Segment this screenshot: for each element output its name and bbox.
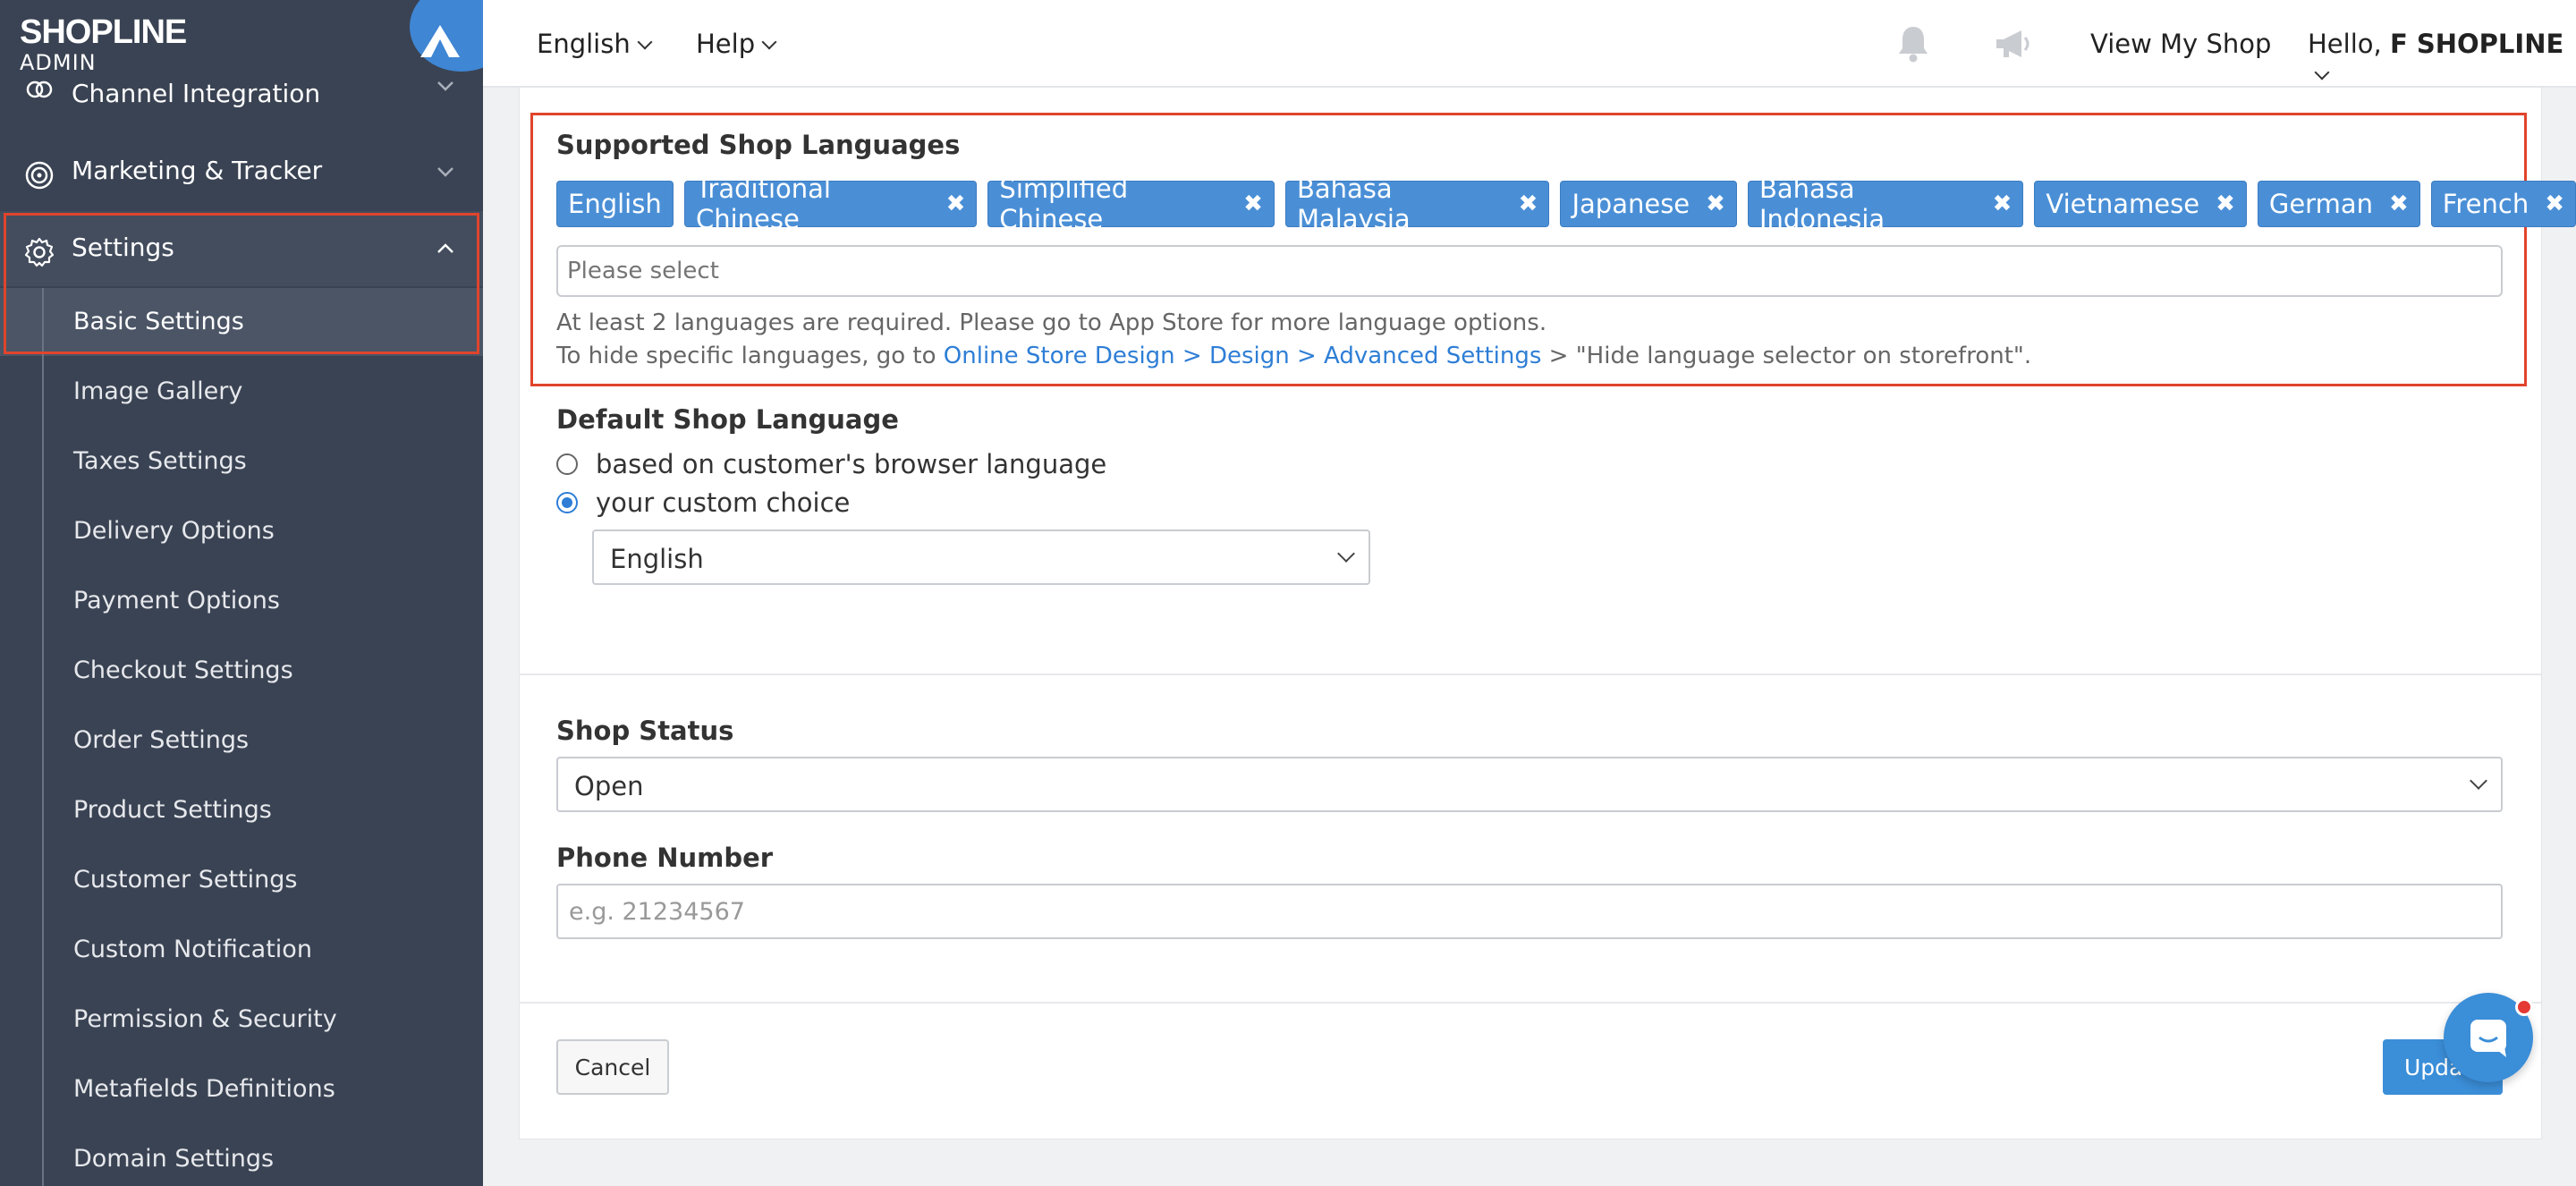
user-menu[interactable]: Hello, F SHOPLINE xyxy=(2308,29,2576,89)
remove-tag-icon[interactable]: ✖ xyxy=(2545,191,2564,217)
help-text-pre: To hide specific languages, go to xyxy=(556,343,944,369)
languages-help-line-1: At least 2 languages are required. Pleas… xyxy=(556,309,1547,336)
phone-number-title: Phone Number xyxy=(556,843,774,873)
topbar: English Help View My Shop Hello, F SHOPL… xyxy=(483,0,2576,88)
notification-dot xyxy=(2515,998,2533,1016)
brand-name: SHOPLINE xyxy=(20,13,187,51)
language-menu-label: English xyxy=(537,29,631,59)
sidebar-item-marketing-tracker[interactable]: Marketing & Tracker xyxy=(0,134,483,209)
remove-tag-icon[interactable]: ✖ xyxy=(1706,191,1725,217)
sidebar-sub-order-settings[interactable]: Order Settings xyxy=(73,726,249,754)
language-tag-japanese: Japanese ✖ xyxy=(1560,181,1737,227)
remove-tag-icon[interactable]: ✖ xyxy=(2389,191,2409,217)
user-name: F SHOPLINE xyxy=(2389,29,2564,59)
sidebar-sub-delivery-options[interactable]: Delivery Options xyxy=(73,517,275,545)
sidebar-sub-metafields-definitions[interactable]: Metafields Definitions xyxy=(73,1075,335,1103)
sidebar-item-channel-integration[interactable]: Channel Integration xyxy=(0,57,483,132)
default-language-select[interactable]: English xyxy=(592,529,1370,585)
section-divider xyxy=(520,1002,2541,1004)
help-text-post: > "Hide language selector on storefront"… xyxy=(1541,343,2032,369)
remove-tag-icon[interactable]: ✖ xyxy=(1519,191,1538,217)
chat-icon xyxy=(2470,1020,2506,1057)
remove-tag-icon[interactable]: ✖ xyxy=(1993,191,2012,217)
radio-button[interactable] xyxy=(556,453,578,475)
sidebar-sub-product-settings[interactable]: Product Settings xyxy=(73,796,272,824)
greeting-text: Hello, xyxy=(2308,29,2382,59)
chevron-down-icon xyxy=(437,167,453,177)
remove-tag-icon[interactable]: ✖ xyxy=(1243,191,1263,217)
sidebar-sub-taxes-settings[interactable]: Taxes Settings xyxy=(73,447,247,475)
language-menu[interactable]: English xyxy=(537,29,653,59)
radio-browser-language[interactable]: based on customer's browser language xyxy=(556,449,1106,479)
shop-status-select[interactable]: Open xyxy=(556,757,2503,812)
chevron-down-icon xyxy=(2470,772,2487,790)
chevron-down-icon xyxy=(637,34,653,50)
settings-highlight-box xyxy=(4,213,479,354)
language-tag-vietnamese: Vietnamese ✖ xyxy=(2034,181,2247,227)
sidebar-sub-domain-settings[interactable]: Domain Settings xyxy=(73,1145,274,1173)
language-select-input[interactable] xyxy=(556,245,2503,297)
language-tag-french: French ✖ xyxy=(2430,181,2576,227)
languages-help-line-2: To hide specific languages, go to Online… xyxy=(556,343,2031,369)
tag-label: Japanese xyxy=(1572,189,1690,219)
chevron-down-icon xyxy=(437,81,453,91)
radio-label: based on customer's browser language xyxy=(596,449,1107,479)
tag-label: Bahasa Indonesia xyxy=(1758,174,1885,234)
cancel-button[interactable]: Cancel xyxy=(556,1039,669,1095)
shop-status-title: Shop Status xyxy=(556,716,734,746)
sidebar-sub-custom-notification[interactable]: Custom Notification xyxy=(73,936,312,963)
sidebar: SHOPLINE ADMIN Channel Integration Marke… xyxy=(0,0,483,1186)
radio-label: your custom choice xyxy=(596,487,851,518)
section-divider xyxy=(520,673,2541,675)
sidebar-item-label: Marketing & Tracker xyxy=(72,156,323,185)
megaphone-icon[interactable] xyxy=(1991,21,2036,66)
phone-number-input[interactable]: e.g. 21234567 xyxy=(556,884,2503,939)
channel-icon xyxy=(26,80,53,98)
target-icon xyxy=(25,161,54,190)
select-value: Open xyxy=(574,771,644,801)
view-my-shop-link[interactable]: View My Shop xyxy=(2090,29,2271,59)
chevron-down-icon xyxy=(2314,64,2330,80)
language-tag-bahasa-indonesia: Bahasa Indonesia ✖ xyxy=(1747,174,2024,234)
language-tag-simplified-chinese: Simplified Chinese ✖ xyxy=(987,174,1275,234)
sub-nav-line xyxy=(42,288,44,1186)
select-value: English xyxy=(610,544,704,574)
remove-tag-icon[interactable]: ✖ xyxy=(2216,191,2235,217)
language-tag-traditional-chinese: Traditional Chinese ✖ xyxy=(683,174,978,234)
tag-label: German xyxy=(2268,189,2373,219)
tag-label: Simplified Chinese xyxy=(999,174,1129,234)
advanced-settings-link[interactable]: Online Store Design > Design > Advanced … xyxy=(944,343,1542,369)
tag-label: French xyxy=(2442,189,2529,219)
default-language-title: Default Shop Language xyxy=(556,404,899,435)
help-menu-label: Help xyxy=(696,29,756,59)
language-tag-german: German ✖ xyxy=(2257,181,2420,227)
tag-label: Traditional Chinese xyxy=(695,174,831,234)
help-menu[interactable]: Help xyxy=(696,29,777,59)
supported-languages-title: Supported Shop Languages xyxy=(556,130,961,160)
bell-icon[interactable] xyxy=(1891,21,1936,66)
radio-button-selected[interactable] xyxy=(556,492,578,513)
sidebar-sub-customer-settings[interactable]: Customer Settings xyxy=(73,866,297,894)
sidebar-item-label: Channel Integration xyxy=(72,79,321,108)
language-tag-bahasa-malaysia: Bahasa Malaysia ✖ xyxy=(1284,174,1550,234)
radio-custom-choice[interactable]: your custom choice xyxy=(556,487,850,518)
remove-tag-icon[interactable]: ✖ xyxy=(946,191,966,217)
tag-label: Bahasa Malaysia xyxy=(1296,174,1411,234)
sidebar-sub-image-gallery[interactable]: Image Gallery xyxy=(73,377,242,405)
tag-label: Vietnamese xyxy=(2046,189,2200,219)
tag-label: English xyxy=(568,189,662,219)
language-tags: English Traditional Chinese ✖ Simplified … xyxy=(556,174,2576,234)
sidebar-sub-permission-security[interactable]: Permission & Security xyxy=(73,1005,337,1033)
language-tag-english: English xyxy=(556,181,674,227)
sidebar-sub-payment-options[interactable]: Payment Options xyxy=(73,587,280,614)
sidebar-sub-checkout-settings[interactable]: Checkout Settings xyxy=(73,657,293,684)
chevron-down-icon xyxy=(1337,545,1355,563)
chevron-down-icon xyxy=(761,34,777,50)
